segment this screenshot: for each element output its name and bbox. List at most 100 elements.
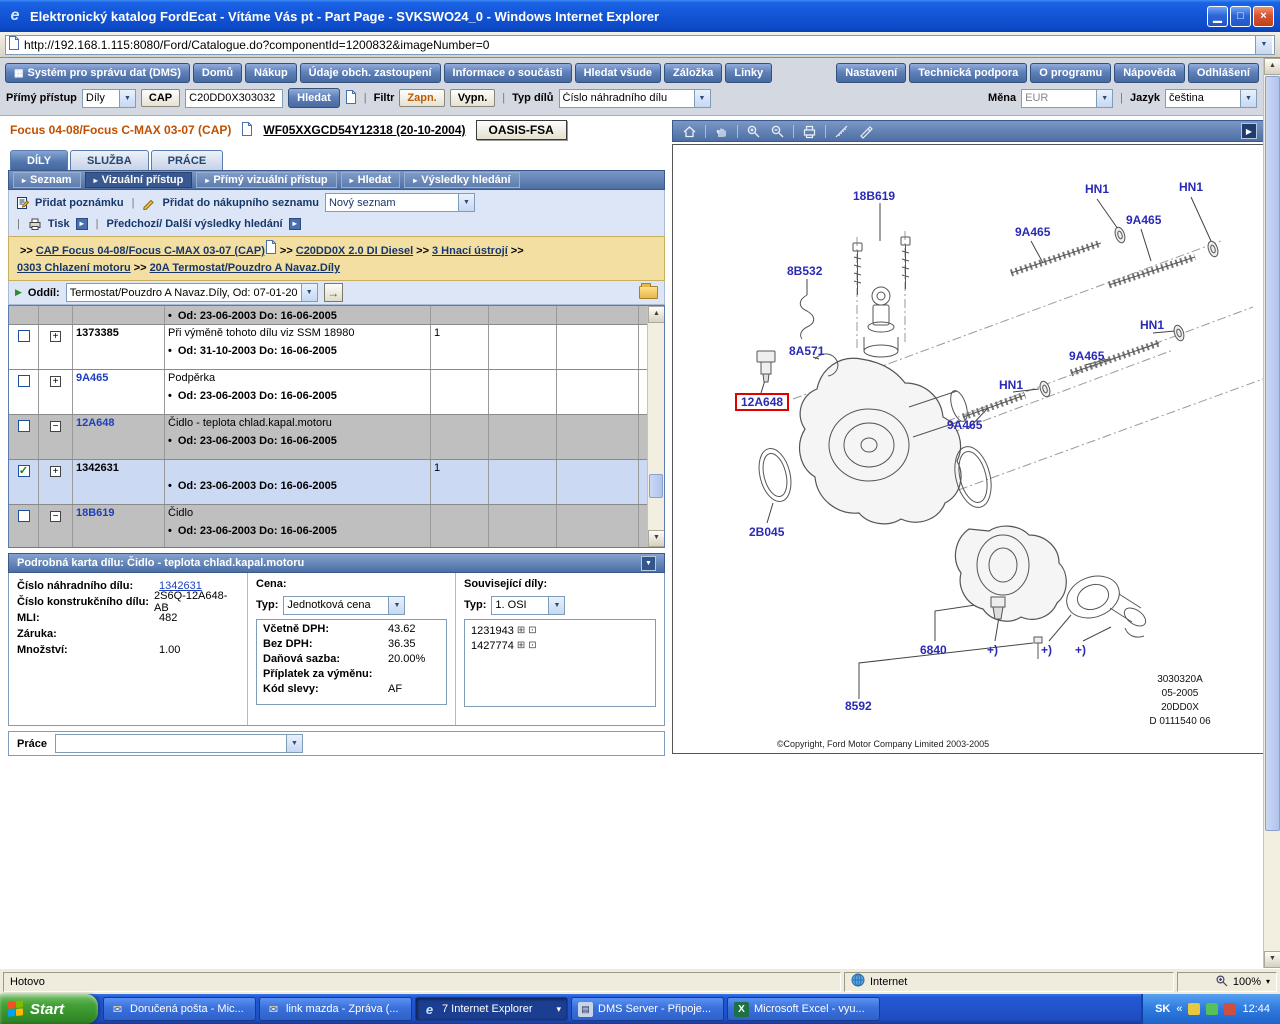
- window-scrollbar[interactable]: ▲ ▼: [1263, 58, 1280, 968]
- chevron-down-icon[interactable]: ▾: [1266, 977, 1270, 986]
- diagram-label[interactable]: HN1: [1140, 318, 1164, 332]
- part-number[interactable]: 12A648: [76, 417, 115, 429]
- tray-icon[interactable]: [1206, 1003, 1218, 1015]
- diagram-label[interactable]: HN1: [1179, 180, 1203, 194]
- copy-icon[interactable]: [345, 90, 357, 107]
- taskbar-window-microsoft-excel-vyu[interactable]: XMicrosoft Excel - vyu...: [727, 997, 880, 1021]
- expand-toggle[interactable]: −: [50, 511, 61, 522]
- row-checkbox[interactable]: ✓: [18, 465, 30, 477]
- maximize-button[interactable]: □: [1230, 6, 1251, 27]
- diagram-label[interactable]: HN1: [999, 378, 1023, 392]
- chevron-down-icon[interactable]: ▼: [1096, 90, 1112, 107]
- close-button[interactable]: ×: [1253, 6, 1274, 27]
- nav-button-odhl-en[interactable]: Odhlášení: [1188, 63, 1259, 83]
- viewmenu-v-sledky-hled-n[interactable]: ▸Výsledky hledání: [404, 172, 519, 188]
- filter-on-button[interactable]: Zapn.: [399, 89, 444, 107]
- price-type-select[interactable]: Jednotková cena▼: [283, 596, 405, 615]
- part-number[interactable]: 9A465: [76, 372, 108, 384]
- shopping-list-select[interactable]: Nový seznam▼: [325, 193, 475, 212]
- collapse-detail-icon[interactable]: ▼: [641, 556, 656, 571]
- nav-button-informace-o-sou-sti[interactable]: Informace o součásti: [444, 63, 572, 83]
- measure-icon[interactable]: [833, 123, 850, 140]
- viewmenu-vizu-ln-p-stup[interactable]: ▸Vizuální přístup: [85, 172, 193, 188]
- home-icon[interactable]: [681, 123, 698, 140]
- tab-d-ly[interactable]: DÍLY: [10, 150, 68, 170]
- part-number[interactable]: 18B619: [76, 507, 115, 519]
- diagram-label[interactable]: 8592: [845, 699, 872, 713]
- table-row[interactable]: •Od: 23-06-2003 Do: 16-06-2005: [9, 306, 647, 325]
- diagram-label[interactable]: 9A465: [1015, 225, 1050, 239]
- chevron-down-icon[interactable]: ▼: [458, 194, 474, 211]
- related-part-number[interactable]: 1427774: [471, 640, 514, 652]
- breadcrumb-link-1[interactable]: C20DD0X 2.0 DI Diesel: [296, 245, 413, 257]
- expand-panel-icon[interactable]: ▶: [1241, 123, 1257, 139]
- table-row[interactable]: +1373385Při výměně tohoto dílu viz SSM 1…: [9, 325, 647, 370]
- row-checkbox[interactable]: [18, 375, 30, 387]
- row-checkbox[interactable]: [18, 420, 30, 432]
- chevron-down-icon[interactable]: ▼: [388, 597, 404, 614]
- zoom-control[interactable]: 100% ▾: [1177, 972, 1277, 992]
- table-row[interactable]: +9A465Podpěrka•Od: 23-06-2003 Do: 16-06-…: [9, 370, 647, 415]
- table-row[interactable]: ✓+1342631•Od: 23-06-2003 Do: 16-06-20051: [9, 460, 647, 505]
- diagram-label[interactable]: HN1: [1085, 182, 1109, 196]
- exploded-view-diagram[interactable]: 18B619HN1HN19A4659A4658B5328A571HN19A465…: [672, 144, 1263, 754]
- breadcrumb-link-0[interactable]: CAP Focus 04-08/Focus C-MAX 03-07 (CAP): [36, 245, 265, 257]
- direct-access-select[interactable]: Díly▼: [82, 89, 136, 108]
- expand-toggle[interactable]: +: [50, 331, 61, 342]
- scroll-up-icon[interactable]: ▲: [648, 306, 665, 323]
- diagram-label[interactable]: +): [987, 643, 998, 657]
- scroll-down-icon[interactable]: ▼: [648, 530, 665, 547]
- tray-icon[interactable]: [1188, 1003, 1200, 1015]
- chevron-down-icon[interactable]: ▼: [286, 735, 302, 752]
- hide-icons-chevron[interactable]: «: [1176, 1003, 1182, 1015]
- expand-toggle[interactable]: −: [50, 421, 61, 432]
- print-icon[interactable]: [801, 123, 818, 140]
- part-type-select[interactable]: Číslo náhradního dílu▼: [559, 89, 711, 108]
- scroll-down-icon[interactable]: ▼: [1264, 951, 1280, 968]
- zoom-in-icon[interactable]: [745, 123, 762, 140]
- diagram-label-highlighted[interactable]: 12A648: [735, 393, 789, 411]
- nav-button-syst-m-pro-spr-vu-dat-dms[interactable]: ▦Systém pro správu dat (DMS): [5, 63, 190, 83]
- detail-box-icon[interactable]: ⊡: [528, 625, 536, 636]
- table-row[interactable]: −18B619Čidlo•Od: 23-06-2003 Do: 16-06-20…: [9, 505, 647, 548]
- diagram-label[interactable]: 2B045: [749, 525, 784, 539]
- nav-button-n-pov-da[interactable]: Nápověda: [1114, 63, 1185, 83]
- related-type-select[interactable]: 1. OSI▼: [491, 596, 565, 615]
- diagram-label[interactable]: 9A465: [1069, 349, 1104, 363]
- nav-button-technick-podpora[interactable]: Technická podpora: [909, 63, 1027, 83]
- chevron-down-icon[interactable]: ▼: [548, 597, 564, 614]
- viewmenu-p-m-vizu-ln-p-stup[interactable]: ▸Přímý vizuální přístup: [196, 172, 336, 188]
- taskbar-window-doru-en-po-ta-mic[interactable]: ✉Doručená pošta - Mic...: [103, 997, 256, 1021]
- labor-select[interactable]: ▼: [55, 734, 303, 753]
- tray-icon[interactable]: [1224, 1003, 1236, 1015]
- nav-button-o-programu[interactable]: O programu: [1030, 63, 1111, 83]
- expand-toggle[interactable]: +: [50, 376, 61, 387]
- breadcrumb-link-2[interactable]: 3 Hnací ústrojí: [432, 245, 508, 257]
- print-options-icon[interactable]: ▸: [76, 218, 88, 230]
- nav-button-z-lo-ka[interactable]: Záložka: [664, 63, 722, 83]
- nav-button-dom[interactable]: Domů: [193, 63, 242, 83]
- filter-off-button[interactable]: Vypn.: [450, 89, 496, 107]
- expand-plus-icon[interactable]: ⊞: [517, 625, 525, 636]
- tab-pr-ce[interactable]: PRÁCE: [151, 150, 224, 170]
- scrollbar-thumb[interactable]: [649, 474, 663, 498]
- row-checkbox[interactable]: [18, 510, 30, 522]
- nav-button-hledat-v-ude[interactable]: Hledat všude: [575, 63, 661, 83]
- taskbar-window-link-mazda-zpr-va[interactable]: ✉link mazda - Zpráva (...: [259, 997, 412, 1021]
- document-icon[interactable]: [241, 122, 253, 139]
- viewmenu-seznam[interactable]: ▸Seznam: [13, 172, 81, 188]
- taskbar-window-dms-server-p-ipoje[interactable]: ▤DMS Server - Připoje...: [571, 997, 724, 1021]
- start-button[interactable]: Start: [0, 994, 98, 1024]
- go-button[interactable]: →: [324, 283, 343, 302]
- chevron-down-icon[interactable]: ▼: [119, 90, 135, 107]
- viewmenu-hledat[interactable]: ▸Hledat: [341, 172, 401, 188]
- chevron-down-icon[interactable]: ▼: [1255, 36, 1272, 54]
- diagram-label[interactable]: 6840: [920, 643, 947, 657]
- prev-next-results-link[interactable]: Předchozí/ Další výsledky hledání: [107, 218, 283, 230]
- cap-button[interactable]: CAP: [141, 89, 180, 107]
- table-row[interactable]: −12A648Čidlo - teplota chlad.kapal.motor…: [9, 415, 647, 460]
- draw-icon[interactable]: [857, 123, 874, 140]
- pan-hand-icon[interactable]: [713, 123, 730, 140]
- breadcrumb-link-4[interactable]: 20A Termostat/Pouzdro A Navaz.Díly: [150, 262, 341, 274]
- print-link[interactable]: Tisk: [48, 218, 70, 230]
